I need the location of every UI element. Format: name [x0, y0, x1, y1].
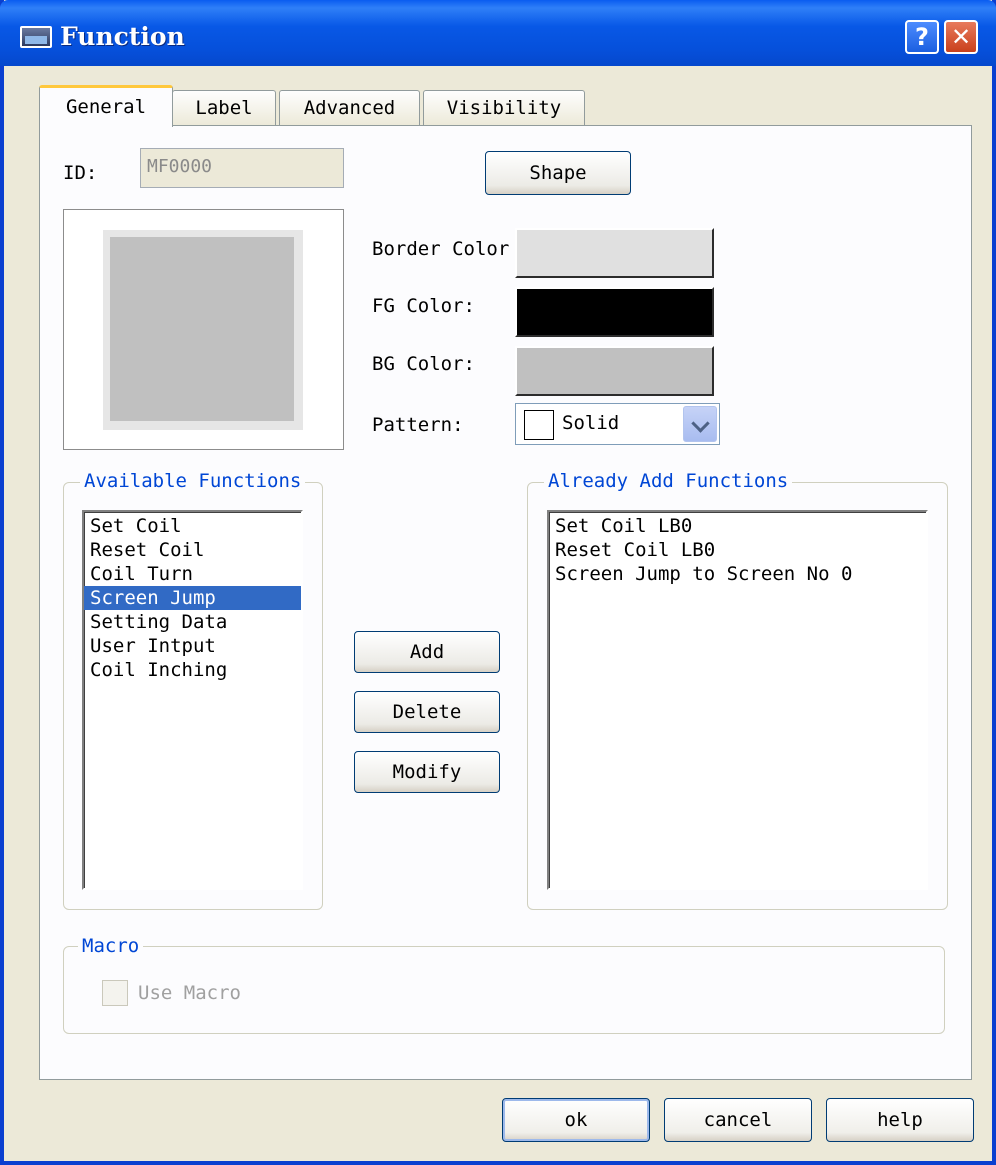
list-item[interactable]: User Intput: [84, 634, 301, 658]
list-item[interactable]: Setting Data: [84, 610, 301, 634]
pattern-value: Solid: [562, 412, 620, 434]
bg-color-label: BG Color:: [372, 353, 475, 375]
list-item[interactable]: Reset Coil: [84, 538, 301, 562]
cancel-button[interactable]: cancel: [664, 1098, 812, 1142]
pattern-swatch: [524, 410, 554, 440]
delete-button[interactable]: Delete: [354, 691, 500, 733]
added-functions-title: Already Add Functions: [544, 470, 793, 492]
available-functions-list[interactable]: Set Coil Reset Coil Coil Turn Screen Jum…: [82, 510, 303, 890]
modify-button[interactable]: Modify: [354, 751, 500, 793]
preview-fill-swatch: [110, 237, 294, 421]
id-field[interactable]: MF0000: [140, 148, 344, 188]
border-color-label: Border Color: [372, 238, 510, 260]
list-item[interactable]: Coil Turn: [84, 562, 301, 586]
use-macro-label: Use Macro: [138, 982, 241, 1004]
add-button[interactable]: Add: [354, 631, 500, 673]
help-button[interactable]: help: [826, 1098, 974, 1142]
pattern-label: Pattern:: [372, 414, 464, 436]
list-item[interactable]: Set Coil LB0: [549, 514, 926, 538]
list-item[interactable]: Set Coil: [84, 514, 301, 538]
ok-button[interactable]: ok: [502, 1098, 650, 1142]
fg-color-button[interactable]: [515, 287, 714, 337]
chevron-down-icon[interactable]: [683, 406, 717, 442]
list-item[interactable]: Reset Coil LB0: [549, 538, 926, 562]
shape-button[interactable]: Shape: [485, 151, 631, 195]
list-item[interactable]: Coil Inching: [84, 658, 301, 682]
bg-color-button[interactable]: [515, 346, 714, 396]
pattern-dropdown[interactable]: Solid: [515, 403, 720, 445]
fg-color-label: FG Color:: [372, 295, 475, 317]
macro-title: Macro: [78, 935, 144, 957]
border-color-button[interactable]: [515, 228, 714, 278]
available-functions-title: Available Functions: [80, 470, 306, 492]
list-item[interactable]: Screen Jump to Screen No 0: [549, 562, 926, 586]
added-functions-list[interactable]: Set Coil LB0 Reset Coil LB0 Screen Jump …: [547, 510, 928, 890]
id-label: ID:: [63, 162, 98, 184]
list-item-selected[interactable]: Screen Jump: [84, 586, 301, 610]
use-macro-checkbox[interactable]: [102, 980, 128, 1006]
